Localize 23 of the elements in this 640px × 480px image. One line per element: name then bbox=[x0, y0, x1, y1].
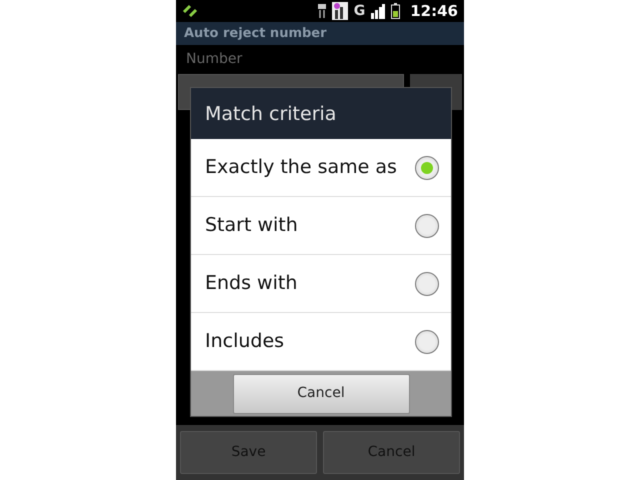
radio-button[interactable] bbox=[415, 214, 439, 238]
sync-icon bbox=[182, 4, 198, 18]
app-notification-icon bbox=[332, 2, 348, 20]
option-row[interactable]: Ends with bbox=[191, 255, 451, 313]
radio-button[interactable] bbox=[415, 156, 439, 180]
data-arrows-icon bbox=[318, 4, 326, 18]
radio-button[interactable] bbox=[415, 272, 439, 296]
option-row[interactable]: Includes bbox=[191, 313, 451, 371]
option-label: Ends with bbox=[205, 271, 298, 296]
network-label: G bbox=[354, 2, 366, 20]
status-time: 12:46 bbox=[410, 0, 458, 22]
signal-icon bbox=[371, 3, 386, 19]
option-label: Start with bbox=[205, 213, 298, 238]
battery-icon bbox=[391, 3, 400, 19]
dialog-title: Match criteria bbox=[191, 88, 451, 139]
option-row[interactable]: Start with bbox=[191, 197, 451, 255]
cancel-button[interactable]: Cancel bbox=[232, 374, 410, 414]
screen-title: Auto reject number bbox=[176, 22, 464, 45]
option-label: Exactly the same as bbox=[205, 155, 397, 180]
radio-button[interactable] bbox=[415, 330, 439, 354]
option-label: Includes bbox=[205, 329, 284, 354]
field-label: Number bbox=[185, 50, 244, 69]
option-row[interactable]: Exactly the same as bbox=[191, 139, 451, 197]
